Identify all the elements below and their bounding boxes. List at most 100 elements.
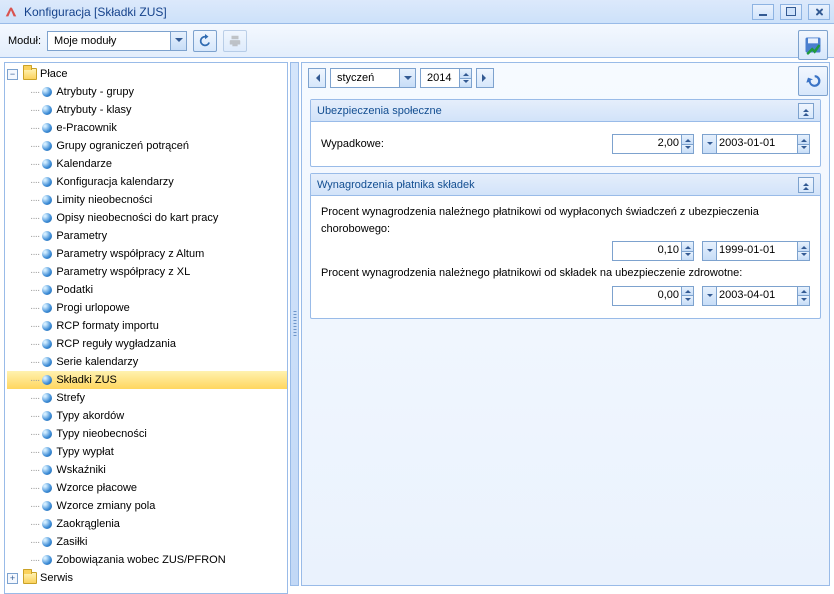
wynag-date2-field[interactable]: 2003-04-01 [702, 286, 810, 306]
tree-item[interactable]: ····Typy wypłat [7, 443, 287, 461]
tree-connector: ···· [30, 249, 39, 260]
tree-item[interactable]: ····Parametry współpracy z XL [7, 263, 287, 281]
tree-item[interactable]: ····RCP reguły wygładzania [7, 335, 287, 353]
window-title: Konfiguracja [Składki ZUS] [24, 5, 752, 19]
node-icon [42, 303, 52, 313]
tree-item[interactable]: ····Wzorce płacowe [7, 479, 287, 497]
tree-item[interactable]: ····Kalendarze [7, 155, 287, 173]
module-combo-value: Moje moduły [54, 35, 116, 47]
tree-folder-label: Płace [40, 68, 68, 80]
tree-item-label: Parametry [56, 230, 107, 242]
tree-connector: ···· [30, 195, 39, 206]
app-icon [4, 5, 18, 19]
wynag-text1: Procent wynagrodzenia należnego płatniko… [321, 204, 810, 237]
tree-item[interactable]: ····RCP formaty importu [7, 317, 287, 335]
node-icon [42, 519, 52, 529]
node-icon [42, 159, 52, 169]
tree-connector: ···· [30, 285, 39, 296]
node-icon [42, 555, 52, 565]
tree-item[interactable]: ····Serie kalendarzy [7, 353, 287, 371]
node-icon [42, 357, 52, 367]
tree-item[interactable]: ····Typy akordów [7, 407, 287, 425]
wypadkowe-value-field[interactable]: 2,00 [612, 134, 694, 154]
tree-connector: ···· [30, 177, 39, 188]
tree-item-label: Typy nieobecności [56, 428, 147, 440]
tree-item-label: Grupy ograniczeń potrąceń [56, 140, 189, 152]
node-icon [42, 501, 52, 511]
tree-item[interactable]: ····Strefy [7, 389, 287, 407]
refresh-button[interactable] [193, 30, 217, 52]
tree-item[interactable]: ····Podatki [7, 281, 287, 299]
node-icon [42, 87, 52, 97]
tree-item[interactable]: ····Progi urlopowe [7, 299, 287, 317]
year-spinner[interactable]: 2014 [420, 68, 472, 88]
tree-item[interactable]: ····Typy nieobecności [7, 425, 287, 443]
splitter[interactable] [290, 62, 299, 586]
tree-folder-label: Serwis [40, 572, 73, 584]
chevron-down-icon [170, 32, 186, 50]
tree-item[interactable]: ····Atrybuty - grupy [7, 83, 287, 101]
window-maximize-button[interactable] [780, 4, 802, 20]
section-title: Ubezpieczenia społeczne [317, 105, 798, 117]
tree-item-label: Typy wypłat [56, 446, 113, 458]
undo-button[interactable] [798, 66, 828, 96]
chevron-down-icon [703, 242, 717, 260]
wynag-val2-field[interactable]: 0,00 [612, 286, 694, 306]
tree-item[interactable]: ····Zasiłki [7, 533, 287, 551]
tree-item[interactable]: ····e-Pracownik [7, 119, 287, 137]
tree-connector: ···· [30, 321, 39, 332]
node-icon [42, 123, 52, 133]
tree-item-label: RCP reguły wygładzania [56, 338, 176, 350]
tree[interactable]: −Płace····Atrybuty - grupy····Atrybuty -… [5, 63, 287, 591]
node-icon [42, 195, 52, 205]
tree-item[interactable]: ····Składki ZUS [7, 371, 287, 389]
collapse-icon[interactable] [798, 103, 814, 119]
tree-item-label: Strefy [56, 392, 85, 404]
save-button[interactable] [798, 30, 828, 60]
tree-item[interactable]: ····Opisy nieobecności do kart pracy [7, 209, 287, 227]
folder-icon [23, 572, 37, 584]
wynag-date2: 2003-04-01 [719, 289, 775, 301]
wynag-val1: 0,10 [658, 244, 679, 256]
expand-icon[interactable]: − [7, 69, 18, 80]
tree-item[interactable]: ····Konfiguracja kalendarzy [7, 173, 287, 191]
collapse-icon[interactable] [798, 177, 814, 193]
tree-item[interactable]: ····Limity nieobecności [7, 191, 287, 209]
tree-connector: ···· [30, 501, 39, 512]
wynag-val1-field[interactable]: 0,10 [612, 241, 694, 261]
datebar: styczeń 2014 [302, 63, 829, 93]
window-minimize-button[interactable] [752, 4, 774, 20]
print-button [223, 30, 247, 52]
tree-connector: ···· [30, 123, 39, 134]
node-icon [42, 267, 52, 277]
wynag-date1-field[interactable]: 1999-01-01 [702, 241, 810, 261]
node-icon [42, 537, 52, 547]
wynag-text2: Procent wynagrodzenia należnego płatniko… [321, 265, 810, 282]
module-combo[interactable]: Moje moduły [47, 31, 187, 51]
tree-folder[interactable]: − Płace [7, 65, 287, 83]
tree-item[interactable]: ····Zobowiązania wobec ZUS/PFRON [7, 551, 287, 569]
wypadkowe-value: 2,00 [658, 137, 679, 149]
next-month-button[interactable] [476, 68, 494, 88]
node-icon [42, 447, 52, 457]
tree-folder[interactable]: + Serwis [7, 569, 287, 587]
tree-item[interactable]: ····Parametry współpracy z Altum [7, 245, 287, 263]
tree-item[interactable]: ····Wskaźniki [7, 461, 287, 479]
tree-item[interactable]: ····Wzorce zmiany pola [7, 497, 287, 515]
tree-item-label: Atrybuty - klasy [56, 104, 131, 116]
tree-item[interactable]: ····Zaokrąglenia [7, 515, 287, 533]
tree-item[interactable]: ····Parametry [7, 227, 287, 245]
prev-month-button[interactable] [308, 68, 326, 88]
tree-connector: ···· [30, 483, 39, 494]
section-wynagrodzenia-header[interactable]: Wynagrodzenia płatnika składek [311, 174, 820, 196]
node-icon [42, 411, 52, 421]
tree-connector: ···· [30, 213, 39, 224]
tree-item[interactable]: ····Atrybuty - klasy [7, 101, 287, 119]
section-ubezpieczenia-header[interactable]: Ubezpieczenia społeczne [311, 100, 820, 122]
wypadkowe-date-field[interactable]: 2003-01-01 [702, 134, 810, 154]
tree-item[interactable]: ····Grupy ograniczeń potrąceń [7, 137, 287, 155]
wypadkowe-date: 2003-01-01 [719, 137, 775, 149]
window-close-button[interactable] [808, 4, 830, 20]
month-combo[interactable]: styczeń [330, 68, 416, 88]
expand-icon[interactable]: + [7, 573, 18, 584]
